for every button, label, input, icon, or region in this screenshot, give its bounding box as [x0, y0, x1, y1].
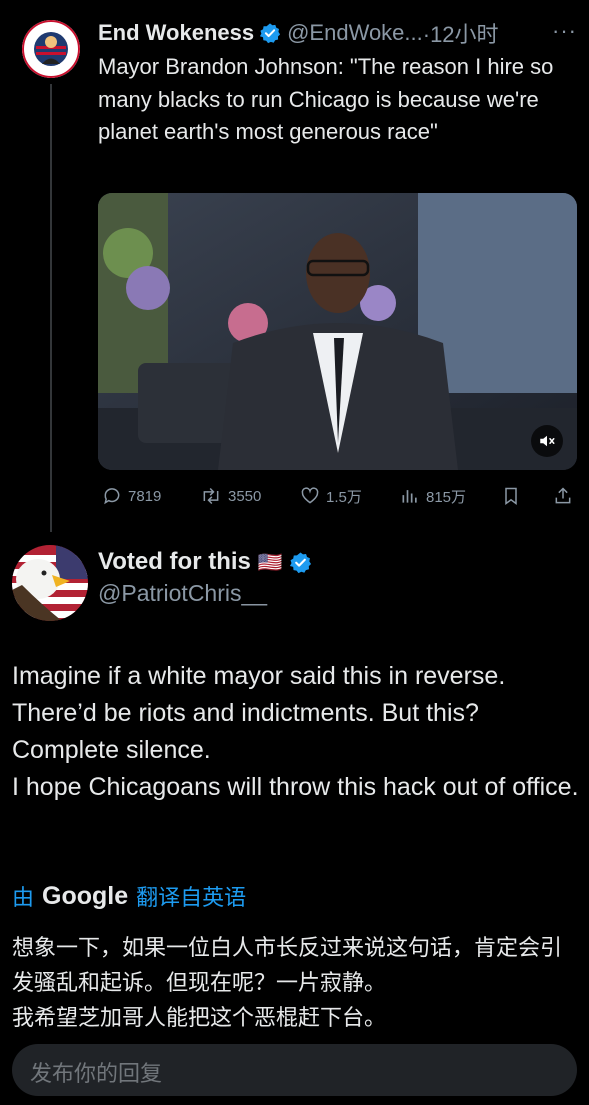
- translation-attribution[interactable]: 由 Google 翻译自英语: [12, 880, 246, 912]
- mute-button[interactable]: [531, 425, 563, 457]
- reply-display-name[interactable]: Voted for this: [98, 548, 251, 576]
- reply-name-row: Voted for this 🇺🇸: [98, 548, 312, 576]
- heart-icon: [301, 487, 319, 504]
- retweet-count: 3550: [228, 487, 262, 505]
- tweet-header: End Wokeness @EndWoke... ·12小时: [98, 18, 499, 48]
- translate-prefix: 由: [12, 885, 35, 910]
- bookmark-icon: [505, 487, 517, 505]
- reply-placeholder: 发布你的回复: [30, 1061, 163, 1086]
- share-button[interactable]: [553, 480, 579, 512]
- google-logo: Google: [42, 881, 129, 910]
- retweet-icon: [203, 487, 219, 505]
- verified-badge-icon: [289, 551, 311, 573]
- translated-text: 想象一下，如果一位白人市长反过来说这句话，肯定会引发骚乱和起诉。但现在呢？一片寂…: [12, 935, 563, 1030]
- reply-count: 7819: [128, 487, 162, 505]
- eagle-flag-avatar-icon: [12, 545, 88, 621]
- reply-text: Imagine if a white mayor said this in re…: [12, 662, 579, 801]
- handle[interactable]: @EndWoke...: [287, 20, 423, 46]
- reply-avatar[interactable]: [12, 545, 88, 621]
- reply-composer-input[interactable]: 发布你的回复: [12, 1044, 577, 1096]
- speaker-muted-icon: [540, 435, 555, 447]
- reply-icon: [104, 488, 120, 505]
- share-icon: [555, 487, 571, 504]
- verified-badge-icon: [260, 23, 281, 44]
- like-count: 1.5万: [326, 488, 362, 506]
- us-flag-icon: 🇺🇸: [257, 551, 283, 574]
- bookmark-button[interactable]: [501, 480, 527, 512]
- bar-chart-icon: [402, 490, 417, 503]
- video-thumbnail[interactable]: [98, 193, 577, 470]
- view-count: 815万: [426, 488, 467, 506]
- avatar[interactable]: [22, 20, 80, 78]
- reply-button[interactable]: 7819: [102, 480, 161, 512]
- reply-handle[interactable]: @PatriotChris__: [98, 580, 267, 607]
- tweet-text: Mayor Brandon Johnson: "The reason I hir…: [98, 54, 554, 144]
- avatar-badge-icon: [22, 20, 80, 78]
- tweet-actions: 7819 3550 1.5万 815万: [98, 480, 578, 512]
- translate-suffix: 翻译自英语: [136, 885, 247, 910]
- like-button[interactable]: 1.5万: [300, 480, 362, 512]
- retweet-button[interactable]: 3550: [200, 480, 261, 512]
- views-button[interactable]: 815万: [400, 480, 466, 512]
- video-scene-image: [98, 193, 577, 470]
- thread-line: [50, 84, 52, 532]
- display-name[interactable]: End Wokeness: [98, 20, 254, 46]
- more-options-icon[interactable]: ···: [552, 18, 577, 44]
- timestamp[interactable]: ·12小时: [423, 17, 499, 49]
